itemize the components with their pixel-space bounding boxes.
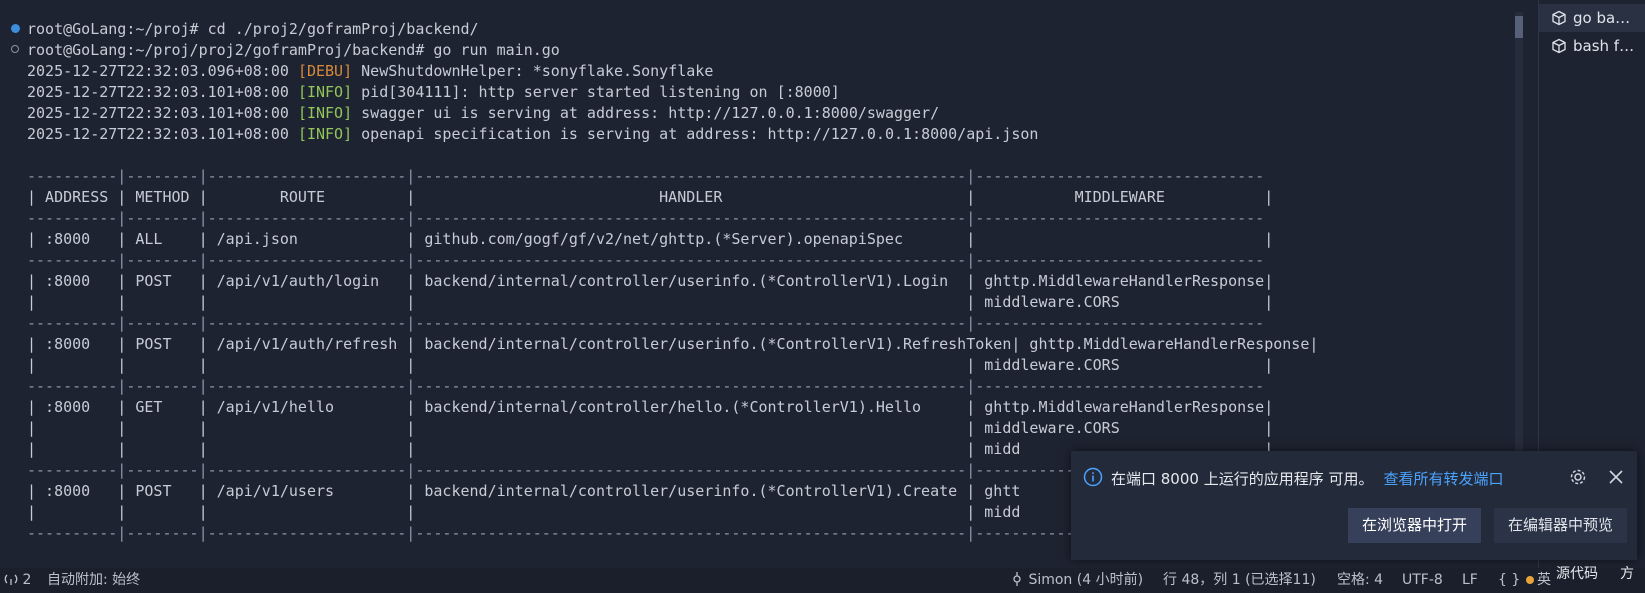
log-level: [INFO] bbox=[297, 83, 353, 101]
preview-in-editor-button[interactable]: 在编辑器中预览 bbox=[1494, 508, 1627, 543]
table-separator: ----------|--------|--------------------… bbox=[27, 167, 1265, 185]
log-line: 2025-12-27T22:32:03.101+08:00 [INFO] swa… bbox=[27, 102, 939, 124]
info-icon bbox=[1083, 467, 1103, 487]
command-running-dot[interactable] bbox=[11, 45, 19, 53]
log-timestamp: 2025-12-27T22:32:03.101+08:00 bbox=[27, 125, 298, 143]
ports-indicator[interactable]: 2 bbox=[4, 568, 31, 593]
terminal-tab-bash[interactable]: bash f… bbox=[1539, 32, 1645, 60]
log-timestamp: 2025-12-27T22:32:03.101+08:00 bbox=[27, 104, 298, 122]
prompt-line: root@GoLang:~/proj/proj2/goframProj/back… bbox=[27, 41, 560, 59]
cube-icon bbox=[1552, 10, 1566, 26]
indentation-status[interactable]: 空格: 4 bbox=[1337, 568, 1383, 593]
table-row: | | | | | middleware.CORS | bbox=[27, 419, 1274, 437]
gear-icon[interactable] bbox=[1568, 467, 1588, 487]
cube-icon bbox=[1552, 38, 1566, 54]
log-line: 2025-12-27T22:32:03.101+08:00 [INFO] pid… bbox=[27, 81, 840, 103]
table-row: | | | | | middleware.CORS | bbox=[27, 356, 1274, 374]
log-message: pid[304111]: http server started listeni… bbox=[352, 83, 840, 101]
table-row: | :8000 | GET | /api/v1/hello | backend/… bbox=[27, 398, 1274, 416]
table-separator: ----------|--------|--------------------… bbox=[27, 251, 1265, 269]
table-header-row: | ADDRESS | METHOD | ROUTE | HANDLER | M… bbox=[27, 188, 1274, 206]
log-level: [DEBU] bbox=[297, 62, 353, 80]
tab-label: bash f… bbox=[1573, 37, 1635, 55]
log-level: [INFO] bbox=[297, 104, 353, 122]
log-line: 2025-12-27T22:32:03.096+08:00 [DEBU] New… bbox=[27, 60, 713, 82]
log-message: swagger ui is serving at address: http:/… bbox=[352, 104, 940, 122]
cursor-position[interactable]: 行 48，列 1 (已选择11) bbox=[1163, 568, 1316, 593]
extra-label: 方 bbox=[1620, 566, 1634, 582]
terminal-tab-go[interactable]: go ba… bbox=[1539, 4, 1645, 32]
blame-text: Simon (4 小时前) bbox=[1028, 572, 1144, 588]
command-success-dot[interactable] bbox=[11, 24, 20, 33]
open-in-browser-button[interactable]: 在浏览器中打开 bbox=[1348, 508, 1481, 543]
git-commit-icon bbox=[1013, 572, 1021, 586]
tab-label: go ba… bbox=[1573, 9, 1631, 27]
encoding-status[interactable]: UTF-8 bbox=[1402, 568, 1443, 593]
scrollbar-thumb[interactable] bbox=[1515, 16, 1523, 38]
table-row: | :8000 | POST | /api/v1/auth/login | ba… bbox=[27, 272, 1274, 290]
radio-tower-icon bbox=[4, 574, 18, 585]
table-row: | :8000 | POST | /api/v1/auth/refresh | … bbox=[27, 335, 1319, 353]
log-level: [INFO] bbox=[297, 125, 353, 143]
git-blame-status[interactable]: Simon (4 小时前) bbox=[1010, 568, 1143, 593]
port-forward-notification: 在端口 8000 上运行的应用程序 可用。 查看所有转发端口 在浏览器中打开 在编… bbox=[1071, 451, 1637, 560]
close-icon[interactable] bbox=[1606, 467, 1626, 487]
status-bar: 2 自动附加: 始终 Simon (4 小时前) 行 48，列 1 (已选择11… bbox=[0, 566, 1645, 593]
ime-status[interactable]: 英 bbox=[1526, 568, 1551, 593]
view-forwarded-ports-link[interactable]: 查看所有转发端口 bbox=[1383, 470, 1503, 488]
log-message: NewShutdownHelper: *sonyflake.Sonyflake bbox=[352, 62, 714, 80]
log-timestamp: 2025-12-27T22:32:03.101+08:00 bbox=[27, 83, 298, 101]
ime-label: 英 bbox=[1537, 572, 1551, 588]
ports-count: 2 bbox=[22, 572, 32, 588]
notification-message: 在端口 8000 上运行的应用程序 可用。 bbox=[1111, 470, 1374, 488]
table-separator: ----------|--------|--------------------… bbox=[27, 377, 1265, 395]
eol-status[interactable]: LF bbox=[1462, 568, 1478, 593]
source-code-label: 源代码 bbox=[1556, 566, 1598, 582]
log-message: openapi specification is serving at addr… bbox=[352, 125, 1039, 143]
log-line: 2025-12-27T22:32:03.101+08:00 [INFO] ope… bbox=[27, 123, 1038, 145]
table-separator: ----------|--------|--------------------… bbox=[27, 209, 1265, 227]
table-separator: ----------|--------|--------------------… bbox=[27, 314, 1265, 332]
language-mode-status[interactable]: { } bbox=[1498, 568, 1520, 593]
prompt-line: root@GoLang:~/proj# cd ./proj2/goframPro… bbox=[27, 20, 479, 38]
table-row: | :8000 | ALL | /api.json | github.com/g… bbox=[27, 230, 1274, 248]
ime-dot-icon bbox=[1526, 576, 1534, 584]
auto-attach-status[interactable]: 自动附加: 始终 bbox=[47, 568, 140, 593]
table-row: | | | | | middleware.CORS | bbox=[27, 293, 1274, 311]
log-timestamp: 2025-12-27T22:32:03.096+08:00 bbox=[27, 62, 298, 80]
